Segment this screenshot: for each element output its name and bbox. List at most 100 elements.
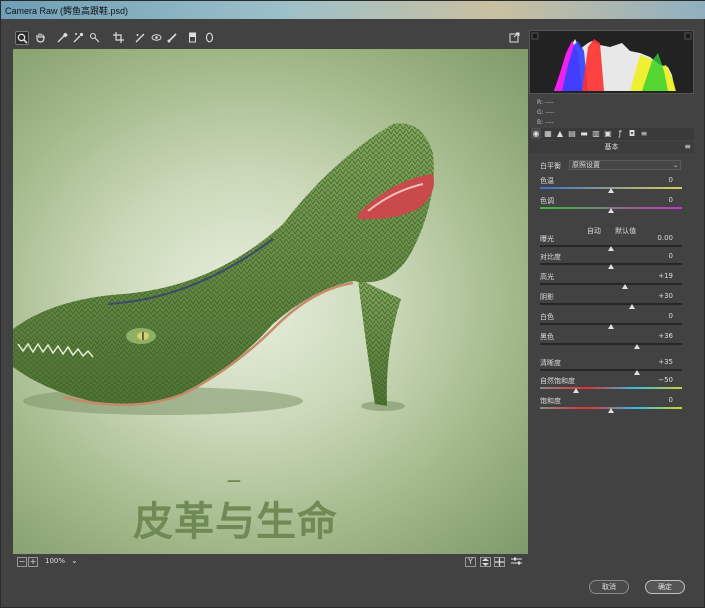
slider-thumb[interactable] (608, 324, 614, 329)
slider-value[interactable]: 0 (633, 196, 673, 204)
before-after-toggle-icon[interactable] (480, 557, 491, 567)
white-balance-select[interactable]: 原照设置 ⌄ (569, 160, 681, 170)
crop-icon[interactable] (111, 31, 125, 45)
b-readout: B: ---- (537, 119, 554, 126)
slider-track[interactable] (540, 283, 682, 289)
slider-track[interactable] (540, 187, 682, 193)
slider-track[interactable] (540, 387, 682, 393)
window-title: Camera Raw (鳄鱼高跟鞋.psd) (5, 6, 129, 16)
slider-value[interactable]: 0 (633, 176, 673, 184)
slider-label: 曝光 (540, 235, 554, 243)
crocodile-shoe-image (13, 123, 434, 415)
section-title: 基本 ≡ (529, 141, 694, 153)
decorative-dash: — (227, 473, 241, 489)
radial-filter-icon[interactable] (202, 31, 216, 45)
white-balance-label: 白平衡 (540, 162, 561, 170)
slider-label: 自然饱和度 (540, 377, 575, 385)
slider-label: 清晰度 (540, 359, 561, 367)
slider-track[interactable] (540, 207, 682, 213)
white-balance-value: 原照设置 (572, 161, 600, 169)
slider-track[interactable] (540, 263, 682, 269)
g-readout: G: ---- (537, 109, 555, 116)
slider-track[interactable] (540, 343, 682, 349)
right-panel: R: ---- G: ---- B: ---- ◉ ▦ ▲ ▤ ▬ ▥ ▣ ƒ … (529, 30, 696, 450)
slider-thumb[interactable] (622, 284, 629, 289)
slider-value[interactable]: +35 (633, 358, 673, 366)
slider-track[interactable] (540, 369, 682, 375)
ok-button[interactable]: 确定 (645, 580, 685, 594)
slider-label: 高光 (540, 273, 554, 281)
targeted-adjust-icon[interactable] (87, 31, 101, 45)
straighten-icon[interactable] (133, 31, 147, 45)
slider-label: 色温 (540, 177, 554, 185)
camera-calibration-icon[interactable]: ◘ (627, 128, 637, 139)
slider-value[interactable]: −50 (633, 376, 673, 384)
slider-thumb[interactable] (608, 208, 614, 213)
zoom-tool-icon[interactable] (15, 31, 29, 45)
slider-label: 白色 (540, 313, 554, 321)
slider-value[interactable]: +30 (633, 292, 673, 300)
basic-panel-icon[interactable]: ◉ (531, 128, 541, 139)
red-eye-icon[interactable] (149, 31, 163, 45)
slider-value[interactable]: 0.00 (633, 234, 673, 242)
zoom-in-button[interactable]: + (28, 557, 38, 567)
fx-icon[interactable]: ƒ (615, 128, 625, 139)
rgb-readout: R: ---- G: ---- B: ---- (537, 98, 554, 128)
slider-thumb[interactable] (633, 370, 640, 375)
slider-label: 黑色 (540, 333, 554, 341)
hand-tool-icon[interactable] (33, 31, 47, 45)
slider-thumb[interactable] (572, 388, 579, 393)
before-after-y-button[interactable]: Y (465, 557, 476, 567)
slider-value[interactable]: +36 (633, 332, 673, 340)
slider-thumb[interactable] (608, 246, 614, 251)
lens-corrections-icon[interactable]: ▥ (591, 128, 601, 139)
white-balance-icon[interactable] (55, 31, 69, 45)
title-bar: Camera Raw (鳄鱼高跟鞋.psd) (1, 1, 705, 19)
split-toning-icon[interactable]: ▬ (579, 128, 589, 139)
chevron-down-icon[interactable]: ⌄ (71, 556, 78, 565)
brush-icon[interactable] (165, 31, 179, 45)
slider-value[interactable]: 0 (633, 312, 673, 320)
slider-value[interactable]: 0 (633, 252, 673, 260)
slider-label: 对比度 (540, 253, 561, 261)
slider-thumb[interactable] (608, 264, 614, 269)
slider-thumb[interactable] (629, 304, 636, 309)
slider-thumb[interactable] (608, 188, 614, 193)
cancel-button[interactable]: 取消 (589, 580, 629, 594)
section-title-text: 基本 (604, 143, 619, 151)
panel-menu-icon[interactable]: ≡ (684, 141, 691, 153)
hsl-icon[interactable]: ▤ (567, 128, 577, 139)
toolbar (11, 30, 527, 48)
auto-link[interactable]: 自动 (587, 227, 601, 235)
presets-icon[interactable]: ≡ (639, 128, 649, 139)
preview-bottom-bar: − + 100% ⌄ Y (13, 556, 528, 570)
detail-icon[interactable]: ▲ (555, 128, 565, 139)
slider-thumb[interactable] (608, 408, 614, 413)
tone-curve-icon[interactable]: ▦ (543, 128, 553, 139)
zoom-out-button[interactable]: − (17, 557, 27, 567)
preview-settings-icon[interactable] (510, 557, 522, 567)
slider-track[interactable] (540, 323, 682, 329)
graduated-filter-icon[interactable] (185, 31, 199, 45)
histogram (529, 30, 694, 94)
slider-label: 饱和度 (540, 397, 561, 405)
swap-settings-icon[interactable] (494, 557, 505, 567)
effects-icon[interactable]: ▣ (603, 128, 613, 139)
slider-track[interactable] (540, 407, 682, 413)
image-preview[interactable]: — 皮革与生命 (13, 49, 528, 554)
slider-label: 色调 (540, 197, 554, 205)
slider-value[interactable]: +19 (633, 272, 673, 280)
camera-raw-window: Camera Raw (鳄鱼高跟鞋.psd) — 皮革与生命 − + 100% … (0, 0, 705, 608)
color-sampler-icon[interactable] (71, 31, 85, 45)
slider-track[interactable] (540, 245, 682, 251)
chevron-down-icon: ⌄ (672, 162, 678, 169)
headline-text: 皮革与生命 (133, 499, 338, 545)
panel-tabs: ◉ ▦ ▲ ▤ ▬ ▥ ▣ ƒ ◘ ≡ (529, 128, 694, 140)
zoom-level[interactable]: 100% (45, 557, 65, 565)
open-preferences-icon[interactable] (507, 31, 521, 45)
slider-track[interactable] (540, 303, 682, 309)
r-readout: R: ---- (537, 99, 554, 106)
slider-value[interactable]: 0 (633, 396, 673, 404)
slider-thumb[interactable] (633, 344, 640, 349)
slider-label: 阴影 (540, 293, 554, 301)
